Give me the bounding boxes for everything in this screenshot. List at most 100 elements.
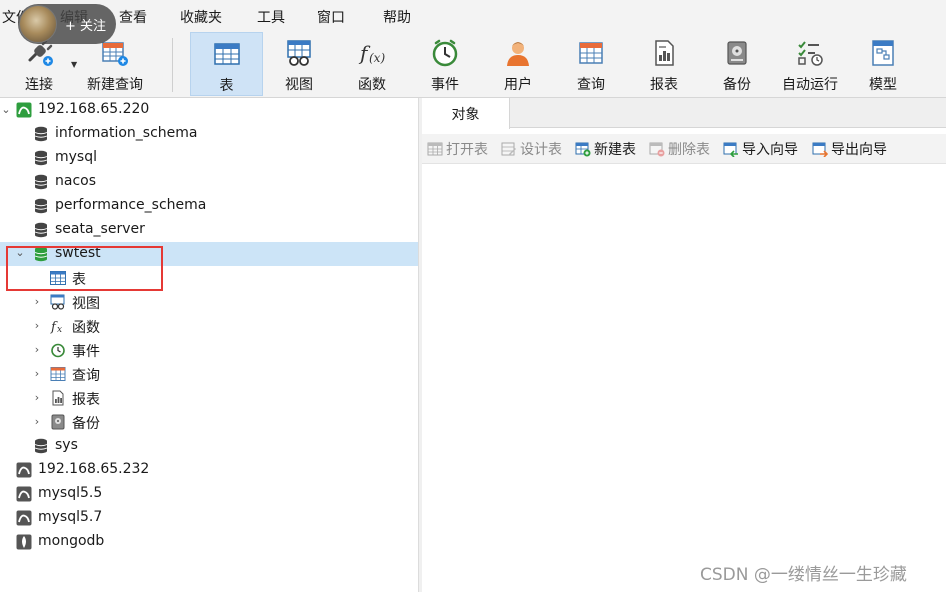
svg-text:x: x	[57, 325, 62, 334]
menu-help[interactable]: 帮助	[383, 7, 411, 27]
user-button[interactable]: 用户	[489, 32, 547, 96]
mysql-connection-icon	[16, 486, 32, 502]
model-label: 模型	[869, 77, 897, 93]
tree-item-label: mysql5.7	[38, 509, 103, 525]
event-label: 事件	[431, 77, 459, 93]
main-toolbar: 连接 ▼ 新建查询 表 视图 f (x) 函数 事件 用户 查询 报表 备份 自…	[0, 32, 946, 98]
tree-item-reports[interactable]: › 报表	[0, 386, 418, 410]
connect-dropdown-icon[interactable]: ▼	[71, 60, 77, 69]
tree-item-database[interactable]: mysql	[0, 146, 418, 170]
annotation-highlight-box	[6, 246, 163, 291]
tree-item-label: 192.168.65.220	[38, 101, 150, 117]
tree-item-database[interactable]: seata_server	[0, 218, 418, 242]
watermark: CSDN @一缕情丝一生珍藏	[700, 565, 907, 585]
avatar	[19, 5, 57, 43]
menu-view[interactable]: 查看	[119, 7, 147, 27]
new-table-icon	[575, 142, 591, 157]
report-icon	[52, 390, 64, 406]
open-table-button[interactable]: 打开表	[427, 139, 488, 159]
tree-item-database[interactable]: information_schema	[0, 122, 418, 146]
tree-item-label: mysql5.5	[38, 485, 103, 501]
tree-item-backups[interactable]: › 备份	[0, 410, 418, 434]
tree-item-functions[interactable]: › f x 函数	[0, 314, 418, 338]
chevron-right-icon[interactable]: ›	[31, 344, 43, 356]
follow-overlay[interactable]: + 关注	[18, 4, 116, 44]
object-toolbar: 打开表 设计表 新建表 删除表 导入向导 导出向导	[422, 134, 946, 164]
tree-item-events[interactable]: › 事件	[0, 338, 418, 362]
tree-item-database[interactable]: sys	[0, 434, 418, 458]
tree-item-database[interactable]: performance_schema	[0, 194, 418, 218]
query-icon	[579, 42, 603, 64]
chevron-down-icon[interactable]: ⌄	[0, 104, 12, 116]
chevron-right-icon[interactable]: ›	[31, 320, 43, 332]
import-icon	[723, 142, 738, 157]
chevron-right-icon[interactable]: ›	[31, 296, 43, 308]
tree-item-label: mysql	[55, 149, 97, 165]
database-icon	[34, 174, 48, 190]
tree-item-label: 查询	[72, 368, 100, 384]
model-icon	[872, 40, 894, 66]
user-icon	[507, 42, 529, 66]
query-button[interactable]: 查询	[562, 32, 620, 96]
mongodb-connection-icon	[16, 534, 32, 550]
tree-item-label: performance_schema	[55, 197, 207, 213]
tree-item-queries[interactable]: › 查询	[0, 362, 418, 386]
query-label: 查询	[577, 77, 605, 93]
event-button[interactable]: 事件	[416, 32, 474, 96]
tree-item-connection-mysql55[interactable]: mysql5.5	[0, 482, 418, 506]
user-label: 用户	[504, 77, 532, 93]
tree-item-database[interactable]: nacos	[0, 170, 418, 194]
tree-item-connection-232[interactable]: 192.168.65.232	[0, 458, 418, 482]
model-button[interactable]: 模型	[854, 32, 912, 96]
autorun-button[interactable]: 自动运行	[776, 32, 844, 96]
connection-tree: ⌄ 192.168.65.220 information_schema mysq…	[0, 98, 418, 592]
delete-table-button[interactable]: 删除表	[649, 139, 710, 159]
design-table-button[interactable]: 设计表	[501, 139, 562, 159]
database-icon	[34, 126, 48, 142]
backup-icon	[51, 414, 65, 430]
svg-text:(x): (x)	[369, 51, 385, 65]
menu-window[interactable]: 窗口	[317, 7, 345, 27]
new-table-button[interactable]: 新建表	[575, 139, 636, 159]
open-table-icon	[427, 142, 443, 156]
new-query-icon	[102, 42, 128, 66]
database-icon	[34, 198, 48, 214]
backup-label: 备份	[723, 77, 751, 93]
navicat-window: 文件 编辑 查看 收藏夹 工具 窗口 帮助 + 关注 连接 ▼	[0, 0, 946, 592]
toolbar-separator	[172, 38, 173, 92]
table-label: 表	[219, 78, 234, 94]
design-table-icon	[501, 142, 516, 156]
view-button[interactable]: 视图	[270, 32, 328, 96]
menu-tools[interactable]: 工具	[257, 7, 285, 27]
tree-item-label: 视图	[72, 296, 100, 312]
new-table-label: 新建表	[594, 142, 636, 158]
mysql-connection-icon	[16, 462, 32, 478]
tree-item-label: 192.168.65.232	[38, 461, 150, 477]
tree-item-connection-mysql57[interactable]: mysql5.7	[0, 506, 418, 530]
table-button[interactable]: 表	[190, 32, 263, 96]
tab-objects[interactable]: 对象	[422, 98, 510, 129]
tree-item-connection-mongodb[interactable]: mongodb	[0, 530, 418, 554]
tree-item-label: sys	[55, 437, 78, 453]
import-wizard-button[interactable]: 导入向导	[723, 139, 798, 159]
backup-button[interactable]: 备份	[708, 32, 766, 96]
export-wizard-button[interactable]: 导出向导	[812, 139, 887, 159]
import-wizard-label: 导入向导	[742, 142, 798, 158]
view-label: 视图	[285, 77, 313, 93]
menu-favorites[interactable]: 收藏夹	[180, 7, 222, 27]
clock-icon	[432, 39, 458, 67]
chevron-right-icon[interactable]: ›	[31, 368, 43, 380]
tree-item-label: 事件	[72, 344, 100, 360]
report-icon	[655, 40, 674, 66]
tree-item-views[interactable]: › 视图	[0, 290, 418, 314]
tree-item-connection-220[interactable]: ⌄ 192.168.65.220	[0, 98, 418, 122]
chevron-right-icon[interactable]: ›	[31, 392, 43, 404]
connect-label: 连接	[25, 77, 53, 93]
chevron-right-icon[interactable]: ›	[31, 416, 43, 428]
open-table-label: 打开表	[446, 142, 488, 158]
design-table-label: 设计表	[520, 142, 562, 158]
table-icon	[213, 43, 240, 65]
report-button[interactable]: 报表	[635, 32, 693, 96]
function-button[interactable]: f (x) 函数	[343, 32, 401, 96]
tree-item-label: mongodb	[38, 533, 105, 549]
